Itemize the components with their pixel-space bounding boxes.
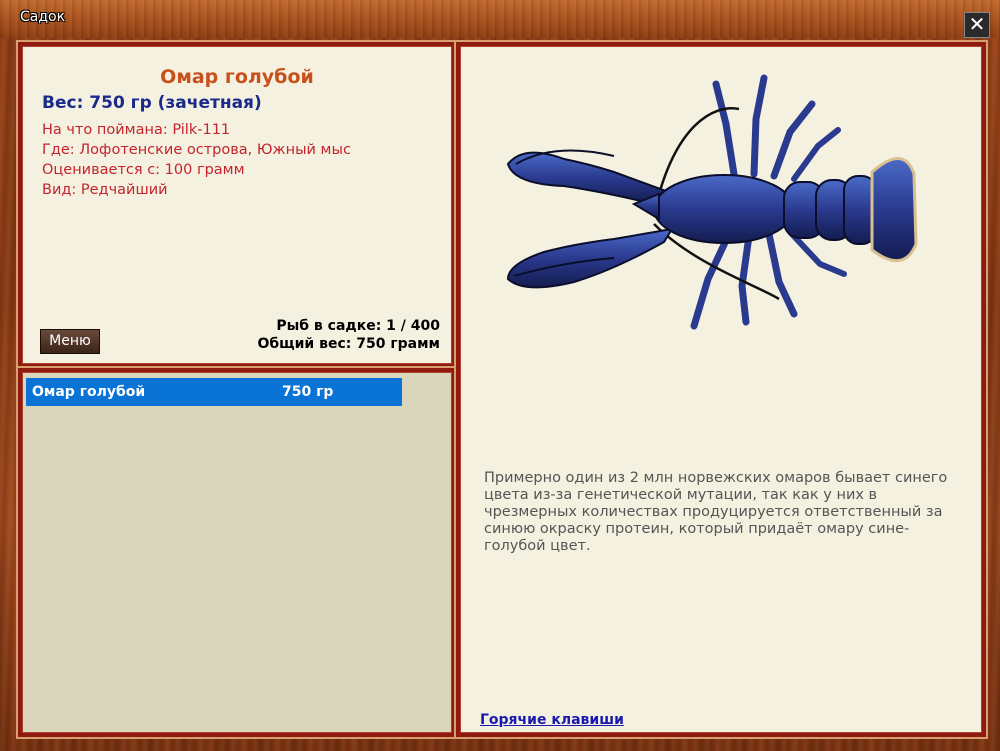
fish-rarity: Вид: Редчайший (42, 182, 168, 198)
title-bar: Садок ✕ (0, 0, 1000, 38)
fish-bait: На что поймана: Pilk-111 (42, 122, 231, 138)
fish-name: Омар голубой (160, 66, 314, 88)
window-title: Садок (20, 9, 66, 25)
close-icon[interactable]: ✕ (964, 12, 990, 38)
fish-location: Где: Лофотенские острова, Южный мыс (42, 142, 351, 158)
menu-button[interactable]: Меню (40, 329, 100, 354)
total-weight: Общий вес: 750 грамм (257, 336, 440, 352)
fish-weight: Вес: 750 гр (зачетная) (42, 93, 262, 113)
blue-lobster-image (506, 74, 918, 330)
fish-detail-panel: Примерно один из 2 млн норвежских омаров… (456, 42, 986, 737)
fish-description: Примерно один из 2 млн норвежских омаров… (484, 470, 948, 554)
fish-count: Рыб в садке: 1 / 400 (276, 318, 440, 334)
catch-list-panel: Омар голубой 750 гр (18, 368, 456, 737)
list-item-weight: 750 гр (282, 384, 334, 400)
hotkeys-link[interactable]: Горячие клавиши (480, 712, 624, 728)
list-item-name: Омар голубой (32, 384, 146, 400)
list-item[interactable]: Омар голубой 750 гр (26, 378, 402, 406)
fish-value: Оценивается с: 100 грамм (42, 162, 245, 178)
fish-info-panel: Омар голубой Вес: 750 гр (зачетная) На ч… (18, 42, 456, 368)
